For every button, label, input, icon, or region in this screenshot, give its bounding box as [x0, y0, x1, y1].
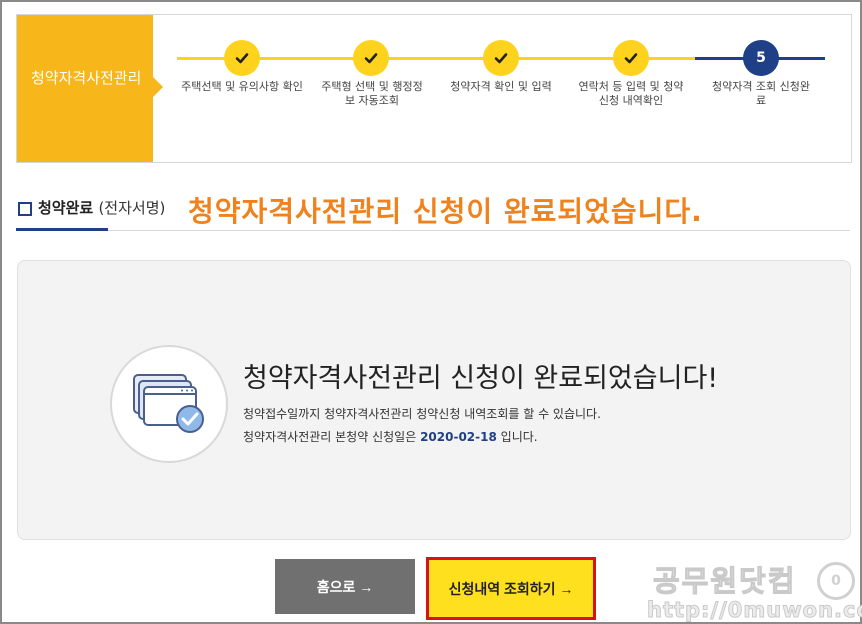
- step-5-label: 청약자격 조회 신청완료: [711, 80, 811, 107]
- watermark-logo-icon: 0: [817, 562, 855, 600]
- stepper-title-arrow: [153, 77, 163, 97]
- step-3-check-icon: [483, 40, 519, 76]
- progress-stepper: 청약자격사전관리 주택선택 및 유의사항 확인 주택형 선택 및 행정정보 자동…: [16, 14, 852, 163]
- section-subtitle: (전자서명): [98, 199, 166, 217]
- square-bullet-icon: [18, 202, 32, 216]
- completion-info-line1: 청약접수일까지 청약자격사전관리 청약신청 내역조회를 할 수 있습니다.: [243, 407, 601, 421]
- overlay-headline: 청약자격사전관리 신청이 완료되었습니다.: [188, 195, 703, 228]
- section-title: 청약완료 (전자서명): [38, 197, 165, 218]
- step-4-check-icon: [613, 40, 649, 76]
- step-2-label: 주택형 선택 및 행정정보 자동조회: [321, 80, 423, 107]
- completion-panel: 청약자격사전관리 신청이 완료되었습니다! 청약접수일까지 청약자격사전관리 청…: [17, 260, 851, 540]
- completion-title: 청약자격사전관리 신청이 완료되었습니다!: [243, 363, 719, 394]
- completion-info-line2-prefix: 청약자격사전관리 본청약 신청일은: [243, 430, 417, 444]
- completion-badge: [110, 345, 228, 463]
- step-3-label: 청약자격 확인 및 입력: [450, 80, 552, 93]
- section-underline: [16, 228, 108, 231]
- window-frame: 청약자격사전관리 주택선택 및 유의사항 확인 주택형 선택 및 행정정보 자동…: [0, 0, 862, 624]
- watermark-name: 공무원닷컴: [652, 564, 797, 599]
- watermark-url: http://0muwon.com: [647, 598, 862, 623]
- view-application-button[interactable]: 신청내역 조회하기 →: [426, 557, 596, 620]
- completion-info-line2-suffix: 입니다.: [500, 430, 538, 444]
- step-1-check-icon: [224, 40, 260, 76]
- stepper-title: 청약자격사전관리: [31, 69, 142, 87]
- step-2-check-icon: [353, 40, 389, 76]
- stepper-title-block: 청약자격사전관리: [17, 15, 163, 162]
- completion-info-line2: 청약자격사전관리 본청약 신청일은 2020-02-18 입니다.: [243, 428, 538, 445]
- step-5-number: 5: [743, 40, 779, 76]
- section-title-text: 청약완료: [38, 199, 94, 217]
- browser-check-icon: [133, 374, 204, 433]
- step-1-label: 주택선택 및 유의사항 확인: [181, 80, 303, 93]
- home-button[interactable]: 홈으로 →: [275, 559, 415, 614]
- subscription-date: 2020-02-18: [420, 430, 497, 444]
- step-4-label: 연락처 등 입력 및 청약신청 내역확인: [578, 80, 684, 107]
- section-divider: [16, 230, 850, 231]
